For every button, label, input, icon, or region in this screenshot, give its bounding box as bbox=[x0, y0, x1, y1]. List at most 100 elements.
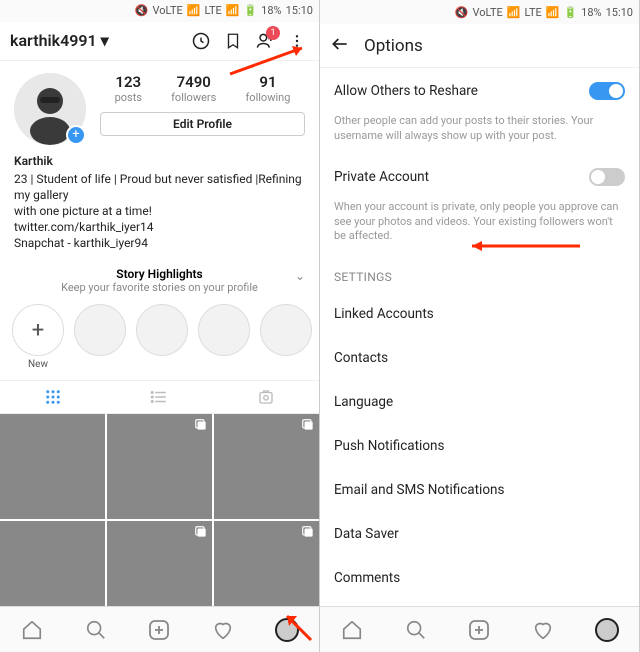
profile-header: karthik4991 ▾ 1 bbox=[0, 22, 319, 62]
network-label: LTE bbox=[205, 4, 222, 17]
carousel-icon bbox=[194, 418, 208, 432]
nav-profile[interactable] bbox=[255, 607, 319, 652]
highlights-header[interactable]: Story Highlights Keep your favorite stor… bbox=[0, 261, 319, 296]
highlight-placeholder bbox=[74, 304, 126, 370]
back-icon[interactable] bbox=[330, 34, 350, 58]
battery-pct: 18% bbox=[261, 4, 281, 17]
bio-line: with one picture at a time! bbox=[14, 203, 305, 219]
options-header: Options bbox=[320, 24, 639, 68]
stats: 123posts 7490followers 91following Edit … bbox=[100, 73, 305, 145]
nav-home[interactable] bbox=[0, 607, 64, 652]
tab-list[interactable] bbox=[106, 381, 212, 413]
stat-posts[interactable]: 123posts bbox=[115, 73, 142, 104]
options-list[interactable]: Allow Others to Reshare Other people can… bbox=[320, 68, 639, 652]
signal2-icon: 📶 bbox=[546, 6, 560, 19]
nav-activity[interactable] bbox=[191, 607, 255, 652]
highlights-title: Story Highlights bbox=[0, 267, 319, 281]
option-contacts[interactable]: Contacts bbox=[320, 336, 639, 380]
nav-activity[interactable] bbox=[511, 607, 575, 652]
option-allow-reshare[interactable]: Allow Others to Reshare bbox=[320, 68, 639, 114]
status-bar: 🔇 VoLTE 📶 LTE 📶 🔋 18% 15:10 bbox=[320, 0, 639, 24]
avatar[interactable]: + bbox=[14, 73, 86, 145]
option-label: Language bbox=[334, 394, 393, 410]
nav-search[interactable] bbox=[64, 607, 128, 652]
bio-link[interactable]: twitter.com/karthik_iyer14 bbox=[14, 219, 305, 235]
option-label: Linked Accounts bbox=[334, 306, 434, 322]
option-email-sms[interactable]: Email and SMS Notifications bbox=[320, 468, 639, 512]
bottom-nav bbox=[320, 606, 639, 652]
discover-people-icon[interactable]: 1 bbox=[253, 29, 277, 53]
highlight-placeholder bbox=[136, 304, 188, 370]
feed-tabs bbox=[0, 381, 319, 414]
tab-tagged[interactable] bbox=[213, 381, 319, 413]
option-label: Allow Others to Reshare bbox=[334, 83, 478, 99]
edit-profile-button[interactable]: Edit Profile bbox=[100, 112, 305, 136]
option-private-account[interactable]: Private Account bbox=[320, 154, 639, 200]
highlight-placeholder bbox=[198, 304, 250, 370]
option-language[interactable]: Language bbox=[320, 380, 639, 424]
clock: 15:10 bbox=[606, 6, 633, 19]
volte-icon: VoLTE bbox=[473, 6, 503, 19]
stat-following[interactable]: 91following bbox=[245, 73, 290, 104]
kebab-menu-icon[interactable] bbox=[285, 29, 309, 53]
network-label: LTE bbox=[525, 6, 542, 19]
archive-icon[interactable] bbox=[189, 29, 213, 53]
bio-line: Snapchat - karthik_iyer94 bbox=[14, 235, 305, 251]
highlights-row: +New bbox=[0, 296, 319, 381]
battery-pct: 18% bbox=[581, 6, 601, 19]
notification-badge: 1 bbox=[266, 26, 280, 40]
option-description: When your account is private, only peopl… bbox=[320, 200, 639, 255]
signal-icon: 📶 bbox=[187, 4, 201, 17]
signal-icon: 📶 bbox=[507, 6, 521, 19]
mute-icon: 🔇 bbox=[455, 6, 469, 19]
mute-icon: 🔇 bbox=[135, 4, 149, 17]
option-label: Contacts bbox=[334, 350, 388, 366]
highlight-new[interactable]: +New bbox=[12, 304, 64, 370]
page-title: Options bbox=[364, 36, 423, 56]
option-description: Other people can add your posts to their… bbox=[320, 114, 639, 154]
chevron-down-icon: ⌄ bbox=[295, 269, 305, 283]
option-push-notifications[interactable]: Push Notifications bbox=[320, 424, 639, 468]
option-label: Email and SMS Notifications bbox=[334, 482, 504, 498]
grid-cell[interactable] bbox=[0, 414, 105, 519]
stat-followers[interactable]: 7490followers bbox=[171, 73, 216, 104]
toggle-off[interactable] bbox=[589, 168, 625, 186]
grid-cell[interactable] bbox=[107, 414, 212, 519]
signal2-icon: 📶 bbox=[226, 4, 240, 17]
battery-icon: 🔋 bbox=[563, 6, 577, 19]
option-data-saver[interactable]: Data Saver bbox=[320, 512, 639, 556]
option-label: Data Saver bbox=[334, 526, 399, 542]
nav-add[interactable] bbox=[128, 607, 192, 652]
display-name: Karthik bbox=[14, 153, 305, 169]
username-dropdown[interactable]: karthik4991 ▾ bbox=[10, 31, 181, 50]
nav-search[interactable] bbox=[384, 607, 448, 652]
tab-grid[interactable] bbox=[0, 381, 106, 413]
highlights-subtitle: Keep your favorite stories on your profi… bbox=[0, 281, 319, 294]
clock: 15:10 bbox=[286, 4, 313, 17]
profile-screen: 🔇 VoLTE 📶 LTE 📶 🔋 18% 15:10 karthik4991 … bbox=[0, 0, 320, 652]
option-label: Private Account bbox=[334, 169, 429, 185]
grid-cell[interactable] bbox=[214, 414, 319, 519]
toggle-on[interactable] bbox=[589, 82, 625, 100]
profile-top: + 123posts 7490followers 91following Edi… bbox=[0, 61, 319, 149]
profile-avatar-icon bbox=[595, 618, 619, 642]
options-screen: 🔇 VoLTE 📶 LTE 📶 🔋 18% 15:10 Options Allo… bbox=[320, 0, 640, 652]
carousel-icon bbox=[301, 525, 315, 539]
battery-icon: 🔋 bbox=[243, 4, 257, 17]
option-linked-accounts[interactable]: Linked Accounts bbox=[320, 292, 639, 336]
add-story-badge[interactable]: + bbox=[66, 125, 86, 145]
option-label: Push Notifications bbox=[334, 438, 444, 454]
option-comments[interactable]: Comments bbox=[320, 556, 639, 600]
carousel-icon bbox=[301, 418, 315, 432]
nav-add[interactable] bbox=[448, 607, 512, 652]
status-bar: 🔇 VoLTE 📶 LTE 📶 🔋 18% 15:10 bbox=[0, 0, 319, 22]
profile-avatar-icon bbox=[275, 618, 299, 642]
nav-profile[interactable] bbox=[575, 607, 639, 652]
bookmark-icon[interactable] bbox=[221, 29, 245, 53]
bio-line: 23 | Student of life | Proud but never s… bbox=[14, 171, 305, 203]
volte-icon: VoLTE bbox=[153, 4, 183, 17]
nav-home[interactable] bbox=[320, 607, 384, 652]
chevron-down-icon: ▾ bbox=[101, 31, 109, 50]
highlight-placeholder bbox=[260, 304, 312, 370]
bio: Karthik 23 | Student of life | Proud but… bbox=[0, 149, 319, 261]
